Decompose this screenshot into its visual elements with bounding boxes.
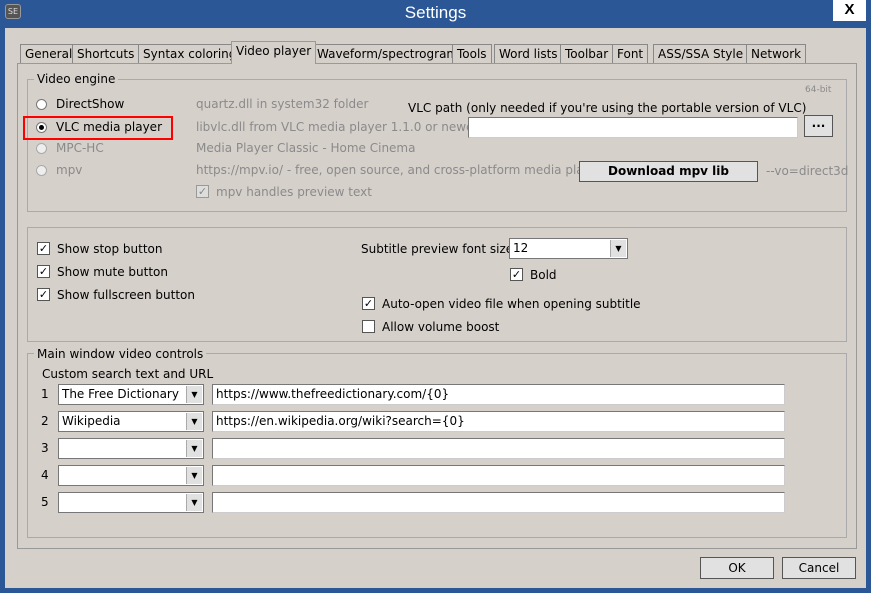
search-name-value: Wikipedia bbox=[62, 414, 121, 428]
mpv-label: mpv bbox=[56, 163, 83, 177]
download-mpv-button[interactable]: Download mpv lib bbox=[579, 161, 758, 182]
volume-boost-checkbox[interactable] bbox=[362, 320, 375, 333]
directshow-label: DirectShow bbox=[56, 97, 125, 111]
volume-boost-label: Allow volume boost bbox=[382, 320, 500, 334]
search-url-input[interactable] bbox=[212, 465, 785, 486]
mpv-preview-checkbox[interactable]: ✓ bbox=[196, 185, 209, 198]
tab-tools[interactable]: Tools bbox=[452, 44, 492, 64]
show-mute-label: Show mute button bbox=[57, 265, 168, 279]
vlc-label: VLC media player bbox=[56, 120, 163, 134]
font-size-label: Subtitle preview font size bbox=[361, 242, 514, 256]
row-number: 4 bbox=[41, 468, 49, 482]
mpc-hc-radio[interactable] bbox=[36, 143, 47, 154]
chevron-down-icon: ▼ bbox=[186, 494, 202, 511]
vlc-path-input[interactable] bbox=[468, 117, 798, 138]
tab-waveform[interactable]: Waveform/spectrogram bbox=[312, 44, 464, 64]
directshow-desc: quartz.dll in system32 folder bbox=[196, 97, 369, 111]
search-name-select[interactable]: The Free Dictionary ▼ bbox=[58, 384, 204, 405]
tab-toolbar[interactable]: Toolbar bbox=[560, 44, 614, 64]
tab-video-player[interactable]: Video player bbox=[231, 41, 317, 64]
font-size-select[interactable]: 12 ▼ bbox=[509, 238, 628, 259]
show-fullscreen-label: Show fullscreen button bbox=[57, 288, 195, 302]
search-name-select[interactable]: ▼ bbox=[58, 465, 204, 486]
tab-shortcuts[interactable]: Shortcuts bbox=[72, 44, 140, 64]
tab-network[interactable]: Network bbox=[746, 44, 807, 64]
tab-ass-ssa-style[interactable]: ASS/SSA Style bbox=[653, 44, 749, 64]
chevron-down-icon: ▼ bbox=[186, 413, 202, 430]
tab-word-lists[interactable]: Word lists bbox=[494, 44, 563, 64]
search-name-select[interactable]: Wikipedia ▼ bbox=[58, 411, 204, 432]
window-title: Settings bbox=[404, 3, 467, 22]
auto-open-label: Auto-open video file when opening subtit… bbox=[382, 297, 641, 311]
bold-checkbox[interactable]: ✓ bbox=[510, 268, 523, 281]
mpc-hc-desc: Media Player Classic - Home Cinema bbox=[196, 141, 416, 155]
mpc-hc-label: MPC-HC bbox=[56, 141, 104, 155]
show-stop-checkbox[interactable]: ✓ bbox=[37, 242, 50, 255]
tab-general[interactable]: General bbox=[20, 44, 78, 64]
search-url-input[interactable] bbox=[212, 438, 785, 459]
vlc-radio[interactable] bbox=[36, 122, 47, 133]
search-url-input[interactable]: https://www.thefreedictionary.com/{0} bbox=[212, 384, 785, 405]
auto-open-checkbox[interactable]: ✓ bbox=[362, 297, 375, 310]
row-number: 3 bbox=[41, 441, 49, 455]
show-mute-checkbox[interactable]: ✓ bbox=[37, 265, 50, 278]
show-fullscreen-checkbox[interactable]: ✓ bbox=[37, 288, 50, 301]
search-name-select[interactable]: ▼ bbox=[58, 492, 204, 513]
search-name-value: The Free Dictionary bbox=[62, 387, 179, 401]
search-url-input[interactable] bbox=[212, 492, 785, 513]
bold-label: Bold bbox=[530, 268, 557, 282]
bitness-label: 64-bit bbox=[805, 85, 832, 95]
tab-syntax-coloring[interactable]: Syntax coloring bbox=[138, 44, 242, 64]
cancel-button[interactable]: Cancel bbox=[782, 557, 856, 579]
chevron-down-icon: ▼ bbox=[186, 467, 202, 484]
chevron-down-icon: ▼ bbox=[186, 386, 202, 403]
close-button[interactable]: X bbox=[833, 0, 866, 21]
search-url-input[interactable]: https://en.wikipedia.org/wiki?search={0} bbox=[212, 411, 785, 432]
row-number: 5 bbox=[41, 495, 49, 509]
tab-font[interactable]: Font bbox=[612, 44, 649, 64]
browse-button[interactable]: ... bbox=[804, 115, 833, 137]
chevron-down-icon: ▼ bbox=[186, 440, 202, 457]
mpv-preview-label: mpv handles preview text bbox=[216, 185, 372, 199]
directshow-radio[interactable] bbox=[36, 99, 47, 110]
chevron-down-icon: ▼ bbox=[610, 240, 626, 257]
custom-search-label: Custom search text and URL bbox=[42, 367, 214, 381]
show-stop-label: Show stop button bbox=[57, 242, 163, 256]
video-engine-group bbox=[27, 79, 847, 212]
vlc-path-label: VLC path (only needed if you're using th… bbox=[408, 101, 807, 115]
main-controls-title: Main window video controls bbox=[34, 347, 207, 361]
row-number: 1 bbox=[41, 387, 49, 401]
mpv-radio[interactable] bbox=[36, 165, 47, 176]
ok-button[interactable]: OK bbox=[700, 557, 774, 579]
mpv-desc: https://mpv.io/ - free, open source, and… bbox=[196, 163, 604, 177]
font-size-value: 12 bbox=[513, 241, 529, 255]
search-name-select[interactable]: ▼ bbox=[58, 438, 204, 459]
row-number: 2 bbox=[41, 414, 49, 428]
mpv-vo-label: --vo=direct3d bbox=[766, 164, 849, 178]
vlc-desc: libvlc.dll from VLC media player 1.1.0 o… bbox=[196, 120, 479, 134]
video-engine-title: Video engine bbox=[34, 72, 119, 86]
